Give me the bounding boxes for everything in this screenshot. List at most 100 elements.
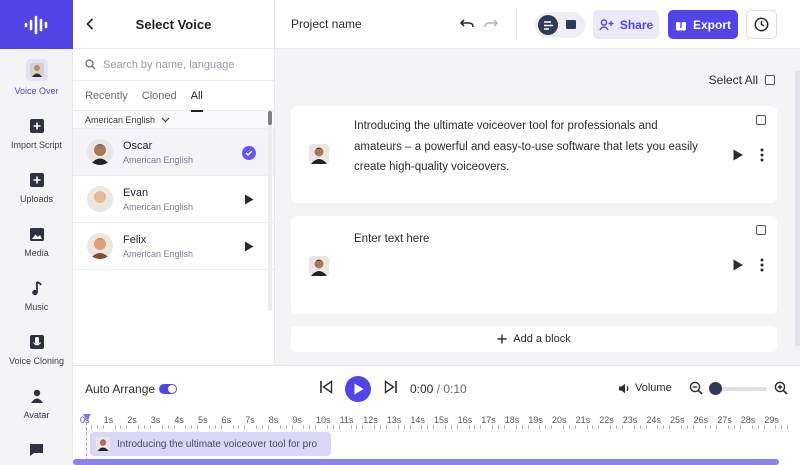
block-text[interactable]: Introducing the ultimate voiceover tool … <box>354 116 704 178</box>
timeline-tick <box>686 425 688 429</box>
play-icon[interactable] <box>241 192 256 207</box>
timeline-tick-label: 11s <box>339 415 354 425</box>
timeline-tick <box>610 425 612 429</box>
rail-item-music[interactable]: Music <box>0 279 73 312</box>
timeline-tick <box>208 425 210 429</box>
language-filter[interactable]: American English <box>73 111 274 129</box>
back-chevron-icon[interactable] <box>81 15 99 33</box>
timeline-view-icon[interactable] <box>565 19 577 33</box>
more-vertical-icon[interactable] <box>760 148 764 162</box>
timeline-scrollbar[interactable] <box>73 459 779 465</box>
export-button[interactable]: Export <box>668 10 738 39</box>
timeline-tick <box>781 425 783 429</box>
tab-cloned[interactable]: Cloned <box>142 90 177 102</box>
play-icon[interactable] <box>732 259 744 271</box>
undo-icon[interactable] <box>458 15 476 33</box>
rail-item-media[interactable]: Media <box>0 225 73 258</box>
voice-tabs: Recently Cloned All <box>73 81 274 112</box>
timeline-tick <box>492 425 494 429</box>
app-logo[interactable] <box>0 0 73 49</box>
history-button[interactable] <box>746 10 777 39</box>
top-bar: Project name Share Export <box>275 0 800 49</box>
voice-item-felix[interactable]: Felix American English <box>73 223 274 270</box>
rail-item-avatar[interactable]: Avatar <box>0 387 73 420</box>
auto-arrange-toggle[interactable] <box>159 384 177 394</box>
rail-item-voice-over[interactable]: Voice Over <box>0 59 73 96</box>
left-rail: Voice Over Import Script Uploads Media M… <box>0 0 73 465</box>
rail-item-uploads[interactable]: Uploads <box>0 171 73 204</box>
timeline-tick-label: 23s <box>622 415 638 425</box>
clip-voice-avatar <box>96 437 110 451</box>
timeline-tick-label: 2s <box>127 415 137 425</box>
voice-item-oscar[interactable]: Oscar American English <box>73 129 274 176</box>
select-all[interactable]: Select All <box>709 73 775 87</box>
share-button[interactable]: Share <box>593 10 659 39</box>
volume-control[interactable]: Volume <box>618 382 672 394</box>
voice-list-scrollbar[interactable] <box>268 111 272 311</box>
timeline-tick <box>704 425 706 429</box>
timeline-tick <box>144 425 145 429</box>
block-voice-avatar[interactable] <box>309 256 329 276</box>
timeline-tick-label: 4s <box>174 415 184 425</box>
more-vertical-icon[interactable] <box>760 258 764 272</box>
timeline-tick-label: 26s <box>693 415 709 425</box>
timeline-tick <box>480 425 482 429</box>
timeline-tick <box>498 425 499 429</box>
view-mode-toggle[interactable] <box>535 12 585 38</box>
search-icon <box>85 59 96 70</box>
zoom-in-icon[interactable] <box>774 381 788 395</box>
zoom-out-icon[interactable] <box>689 381 703 395</box>
skip-back-icon[interactable] <box>319 380 333 394</box>
timeline-tick <box>397 425 399 429</box>
timeline-tick <box>621 425 623 429</box>
tab-all[interactable]: All <box>190 90 204 112</box>
voice-panel: Select Voice Search by name, language Re… <box>73 0 275 365</box>
voice-item-evan[interactable]: Evan American English <box>73 176 274 223</box>
person-icon <box>28 387 46 405</box>
editor-scrollbar[interactable] <box>795 71 800 346</box>
redo-icon[interactable] <box>482 15 500 33</box>
timeline-tick-label: 12s <box>363 415 378 425</box>
project-name[interactable]: Project name <box>291 17 362 31</box>
play-icon[interactable] <box>732 149 744 161</box>
tab-recently[interactable]: Recently <box>85 90 128 102</box>
playhead[interactable] <box>83 411 91 461</box>
total-time: / 0:10 <box>436 382 467 396</box>
timeline-tick-label: 5s <box>198 415 208 425</box>
music-note-icon <box>28 279 46 297</box>
zoom-slider-handle[interactable] <box>709 382 722 395</box>
play-icon[interactable] <box>241 239 256 254</box>
timeline-tick <box>114 425 116 429</box>
timeline-tick <box>380 425 381 429</box>
script-block-1[interactable]: Introducing the ultimate voiceover tool … <box>291 106 777 203</box>
script-block-2[interactable]: Enter text here <box>291 216 777 314</box>
timeline-tick <box>775 425 777 429</box>
clock-icon <box>754 17 769 32</box>
timeline-tick <box>562 425 564 429</box>
select-all-checkbox[interactable] <box>765 75 775 85</box>
block-checkbox[interactable] <box>756 115 766 125</box>
timeline-tick <box>734 425 735 429</box>
add-block-button[interactable]: Add a block <box>291 326 777 352</box>
list-view-icon[interactable] <box>538 15 558 35</box>
timeline-tick-label: 24s <box>646 415 661 425</box>
block-text[interactable]: Enter text here <box>354 229 704 250</box>
export-label: Export <box>692 17 731 32</box>
skip-forward-icon[interactable] <box>384 380 398 394</box>
voice-search[interactable]: Search by name, language <box>73 49 274 81</box>
rail-item-comments[interactable] <box>0 441 73 459</box>
timeline-tick <box>663 425 665 429</box>
play-button[interactable] <box>345 376 371 402</box>
timeline-ruler[interactable]: 0s 1s 2s 3s 4s 5s 6s 7s 8s 9s 10s 11s 12s 13s 14s 15s 16… <box>73 411 800 429</box>
audio-clip[interactable]: Introducing the ultimate voiceover tool … <box>90 432 331 456</box>
timeline-tick <box>680 425 682 429</box>
timeline-tick-label: 3s <box>150 415 161 425</box>
timeline-tick-label: 10s <box>316 415 331 425</box>
block-voice-avatar[interactable] <box>309 144 329 164</box>
clip-text: Introducing the ultimate voiceover tool … <box>117 438 318 450</box>
rail-item-import-script[interactable]: Import Script <box>0 117 73 150</box>
timeline-tick <box>710 425 712 429</box>
plus-square-icon <box>28 117 46 135</box>
rail-item-voice-cloning[interactable]: Voice Cloning <box>0 333 73 366</box>
block-checkbox[interactable] <box>756 225 766 235</box>
